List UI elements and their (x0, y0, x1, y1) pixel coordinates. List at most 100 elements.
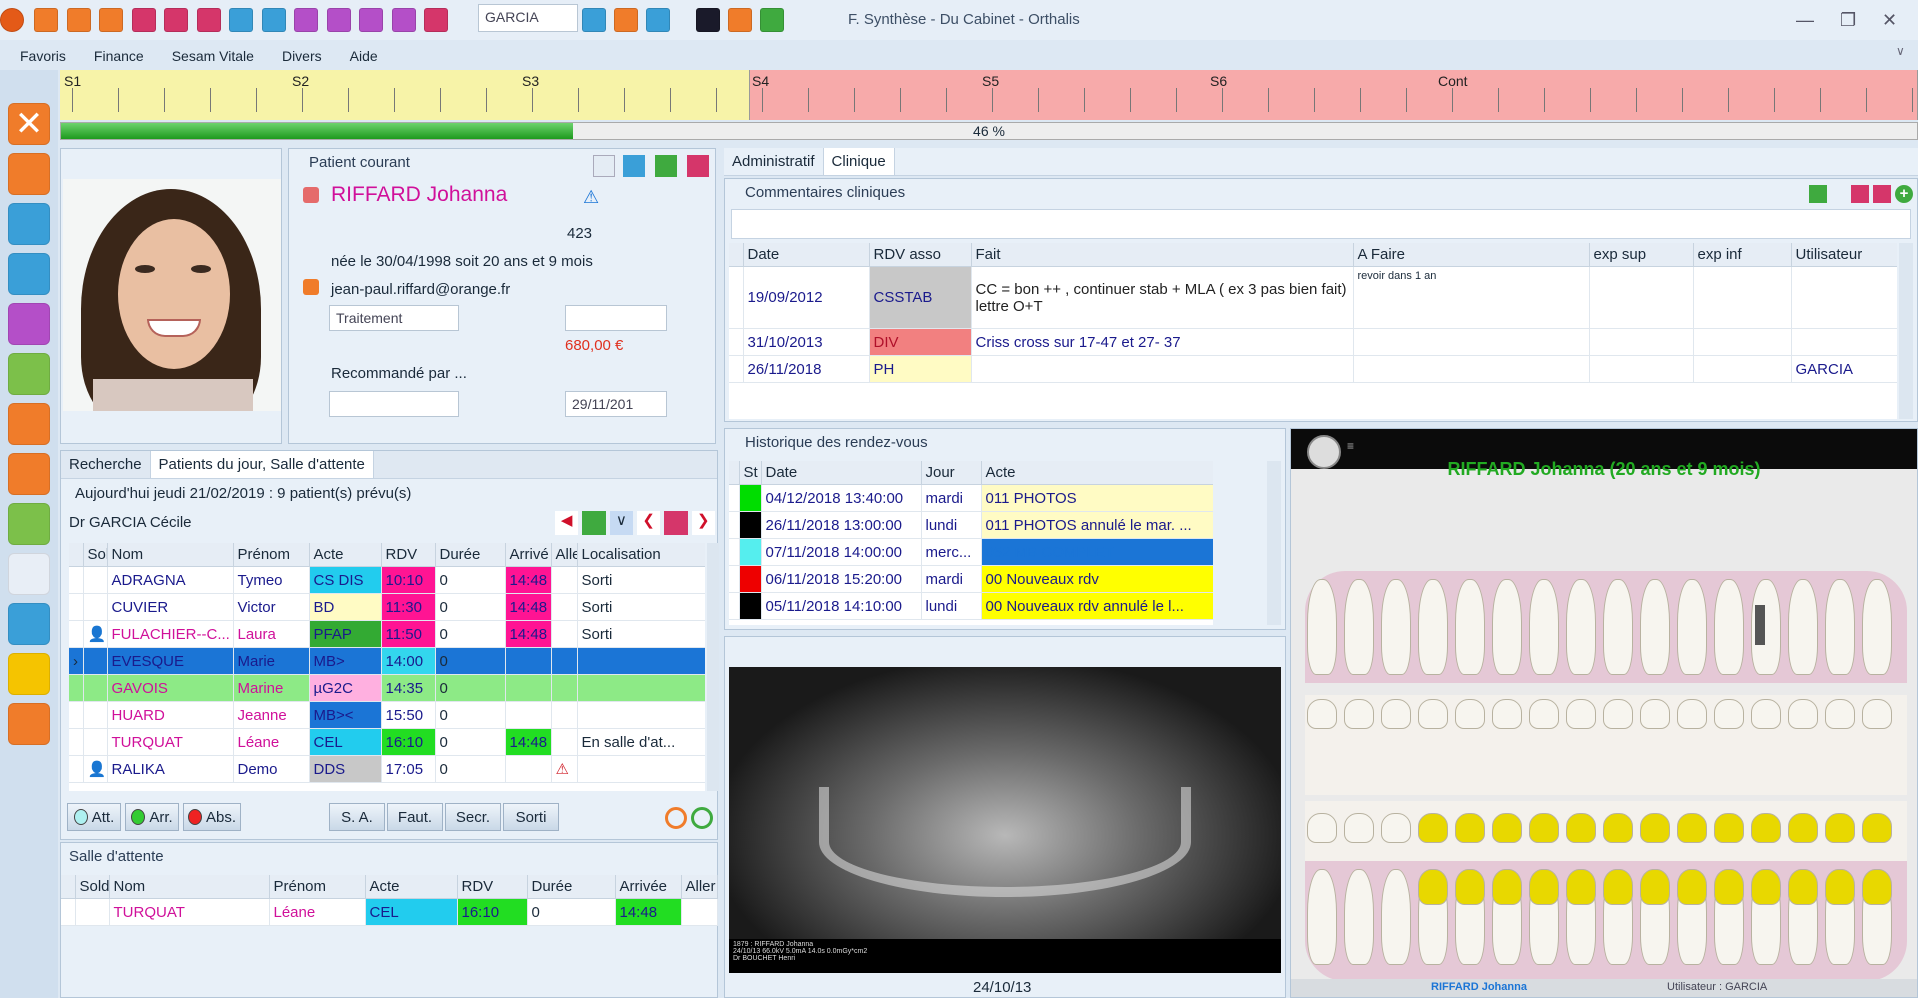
segment-s2[interactable]: S2 (292, 73, 309, 89)
lower-occlusal-tooth[interactable] (1307, 813, 1337, 843)
lower-occlusal-tooth[interactable] (1862, 813, 1892, 843)
menu-finance[interactable]: Finance (94, 48, 144, 64)
lower-crown[interactable] (1751, 869, 1781, 905)
restore-icon[interactable]: ❐ (1840, 10, 1856, 31)
panoramic-xray[interactable]: 1879 : RIFFARD Johanna 24/10/13 66.0kV 5… (729, 667, 1281, 973)
upper-occlusal-tooth[interactable] (1418, 699, 1448, 729)
absent-button[interactable]: Abs. (183, 803, 241, 831)
hcol-date[interactable]: Date (761, 461, 922, 485)
settings-icon[interactable] (582, 8, 606, 32)
table-row[interactable]: › EVESQUE Marie MB> 14:00 0 (69, 647, 705, 675)
upper-tooth[interactable] (1714, 579, 1744, 675)
tab-clinique[interactable]: Clinique (823, 148, 895, 175)
date-select[interactable]: 29/11/201 (565, 391, 667, 417)
checklist-icon[interactable] (8, 253, 50, 295)
hcol-jour[interactable]: Jour (921, 461, 982, 485)
lower-occlusal-tooth[interactable] (1677, 813, 1707, 843)
col-nom[interactable]: Nom (107, 543, 234, 567)
wcol-duree[interactable]: Durée (527, 875, 616, 899)
upper-tooth[interactable] (1825, 579, 1855, 675)
patient-list-icon[interactable] (66, 8, 91, 32)
upper-tooth[interactable] (1862, 579, 1892, 675)
book-orange-icon[interactable] (728, 8, 752, 32)
upper-tooth[interactable] (1640, 579, 1670, 675)
table-row[interactable]: 31/10/2013 DIV Criss cross sur 17-47 et 27… (729, 328, 1897, 356)
lower-tooth[interactable] (1381, 869, 1411, 965)
close-icon[interactable]: ✕ (8, 103, 50, 145)
upper-occlusal-tooth[interactable] (1640, 699, 1670, 729)
upper-occlusal-tooth[interactable] (1529, 699, 1559, 729)
calendar-day-icon[interactable] (664, 511, 688, 535)
upper-occlusal-tooth[interactable] (1714, 699, 1744, 729)
attente-button[interactable]: Att. (67, 803, 121, 831)
list-icon[interactable] (8, 453, 50, 495)
wcol-nom[interactable]: Nom (109, 875, 270, 899)
hcol-st[interactable]: St (739, 461, 762, 485)
alert-icon[interactable]: ⚠ (583, 187, 599, 208)
transfer-icon[interactable] (646, 8, 670, 32)
table-row[interactable]: 07/11/2018 14:00:00 merc... 052 MB COMPLET (729, 538, 1213, 566)
recommended-select[interactable] (329, 391, 459, 417)
mail-icon[interactable] (8, 403, 50, 445)
wcol-aller[interactable]: Aller (681, 875, 718, 899)
segment-cont[interactable]: Cont (1438, 73, 1468, 89)
lower-tooth[interactable] (1344, 869, 1374, 965)
invoice-icon[interactable] (99, 8, 123, 32)
chevron-down-icon[interactable]: ∨ (1896, 44, 1905, 58)
upper-occlusal-tooth[interactable] (1677, 699, 1707, 729)
segment-s3[interactable]: S3 (522, 73, 539, 89)
col-alle[interactable]: Alle (551, 543, 578, 567)
tab-recherche[interactable]: Recherche (61, 451, 151, 478)
lower-crown[interactable] (1455, 869, 1485, 905)
lower-occlusal-tooth[interactable] (1603, 813, 1633, 843)
calendar-add-icon[interactable] (1851, 185, 1869, 203)
user-icon[interactable] (696, 8, 720, 32)
refresh-icon[interactable] (8, 703, 50, 745)
chat-icon[interactable] (614, 8, 638, 32)
table-row[interactable]: GAVOIS Marine µG2C 14:35 0 (69, 674, 705, 702)
sync-icon[interactable] (623, 155, 645, 177)
close-window-icon[interactable]: ✕ (1882, 10, 1897, 31)
segment-s1[interactable]: S1 (64, 73, 81, 89)
ccol-rdv-asso[interactable]: RDV asso (869, 243, 972, 267)
book-icon[interactable] (655, 155, 677, 177)
upper-tooth[interactable] (1603, 579, 1633, 675)
app-logo-icon[interactable] (0, 8, 24, 32)
upper-tooth[interactable] (1455, 579, 1485, 675)
logo-icon[interactable] (8, 553, 50, 595)
photo-icon[interactable] (294, 8, 318, 32)
lower-crown[interactable] (1862, 869, 1892, 905)
hcol-acte[interactable]: Acte (981, 461, 1213, 485)
col-duree[interactable]: Durée (435, 543, 506, 567)
template-icon[interactable] (326, 8, 351, 32)
documents-icon[interactable] (261, 8, 286, 32)
secretariat-button[interactable]: Secr. (445, 803, 501, 831)
mail-merge-icon[interactable] (391, 8, 416, 32)
lower-occlusal-tooth[interactable] (1825, 813, 1855, 843)
save-icon[interactable] (760, 8, 784, 32)
minimize-icon[interactable]: — (1796, 10, 1814, 31)
search-patient-icon[interactable] (229, 8, 253, 32)
table-row[interactable]: ADRAGNA Tymeo CS DIS 10:10 0 14:48 Sorti (69, 566, 705, 594)
lower-crown[interactable] (1529, 869, 1559, 905)
wcol-sold[interactable]: Sold (75, 875, 110, 899)
wcol-prenom[interactable]: Prénom (269, 875, 366, 899)
lower-occlusal-tooth[interactable] (1344, 813, 1374, 843)
next-icon[interactable]: ❯ (691, 511, 715, 535)
document-icon[interactable] (8, 353, 50, 395)
table-row[interactable]: 26/11/2018 13:00:00 lundi 011 PHOTOS annul… (729, 511, 1213, 539)
lower-occlusal-tooth[interactable] (1455, 813, 1485, 843)
ccol-a-faire[interactable]: A Faire (1353, 243, 1590, 267)
upper-occlusal-tooth[interactable] (1751, 699, 1781, 729)
ccol-exp-sup[interactable]: exp sup (1589, 243, 1694, 267)
collapse-icon[interactable]: ∨ (609, 511, 633, 535)
lower-occlusal-tooth[interactable] (1714, 813, 1744, 843)
lower-occlusal-tooth[interactable] (1529, 813, 1559, 843)
arrive-button[interactable]: Arr. (125, 803, 179, 831)
col-arrive[interactable]: Arrivé (505, 543, 552, 567)
table-row[interactable]: 06/11/2018 15:20:00 mardi 00 Nouveaux rdv (729, 565, 1213, 593)
lower-crown[interactable] (1492, 869, 1522, 905)
tab-administratif[interactable]: Administratif (724, 148, 824, 175)
col-localisation[interactable]: Localisation (577, 543, 705, 567)
upper-tooth[interactable] (1418, 579, 1448, 675)
